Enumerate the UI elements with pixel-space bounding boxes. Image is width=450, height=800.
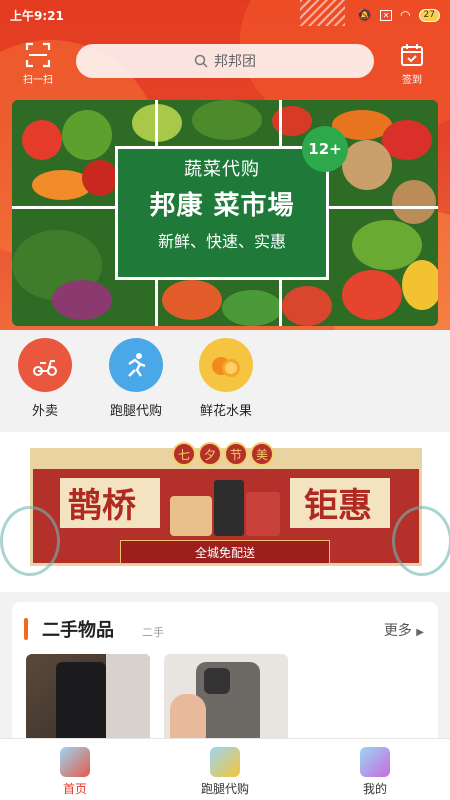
- nav-label: 首页: [62, 782, 87, 796]
- quick-link-flowers-fruit[interactable]: 鲜花水果: [193, 338, 259, 419]
- more-link[interactable]: 更多 ▶: [384, 620, 424, 640]
- festival-banner[interactable]: 七 夕 节 美 鹊桥 钜惠 全城免配送: [0, 432, 450, 592]
- quick-link-label: 外卖: [31, 404, 58, 419]
- sim-icon: ✕: [380, 9, 393, 21]
- quick-link-errand[interactable]: 跑腿代购: [103, 338, 169, 419]
- nav-label: 我的: [362, 782, 387, 796]
- bottom-nav: 首页 跑腿代购 我的: [0, 738, 450, 800]
- quick-link-label: 鲜花水果: [199, 404, 252, 419]
- nav-item-mine[interactable]: 我的: [300, 739, 450, 800]
- festival-right-text: 钜惠: [304, 486, 372, 526]
- banner-line2: 邦康 菜市場: [149, 191, 295, 221]
- festival-left-text: 鹊桥: [68, 486, 136, 526]
- festival-tag: 七 夕 节 美: [172, 442, 274, 466]
- header-background: 上午9:21 🔕 ✕ ◠ 27 扫一扫 邦邦团 签到 蔬菜代购 邦康 菜市場 新…: [0, 0, 450, 330]
- gift-illustration: [170, 472, 280, 538]
- festival-tag-char: 夕: [198, 442, 222, 466]
- scan-icon: [25, 42, 51, 68]
- scan-button[interactable]: 扫一扫: [20, 42, 56, 86]
- wifi-icon: ◠: [400, 8, 411, 22]
- second-hand-section: 二手物品 二手 更多 ▶: [12, 602, 438, 752]
- festival-tag-char: 美: [250, 442, 274, 466]
- age-badge: 12+: [302, 126, 348, 172]
- more-label: 更多: [383, 623, 412, 639]
- home-icon: [60, 747, 90, 777]
- quick-link-takeout[interactable]: 外卖: [15, 338, 75, 419]
- profile-icon: [360, 747, 390, 777]
- section-accent-bar: [24, 618, 28, 640]
- promo-banner[interactable]: 蔬菜代购 邦康 菜市場 新鲜、快速、实惠 12+: [12, 100, 438, 326]
- quick-link-label: 跑腿代购: [109, 404, 162, 419]
- scooter-icon: [18, 338, 72, 392]
- decorative-stripes: [300, 0, 345, 26]
- nav-item-home[interactable]: 首页: [0, 739, 150, 800]
- errand-icon: [210, 747, 240, 777]
- nav-item-errand[interactable]: 跑腿代购: [150, 739, 300, 800]
- banner-line3: 新鲜、快速、实惠: [157, 232, 286, 251]
- checkin-button[interactable]: 签到: [394, 42, 430, 86]
- nav-label: 跑腿代购: [200, 782, 249, 796]
- runner-icon: [109, 338, 163, 392]
- banner-board: 蔬菜代购 邦康 菜市場 新鲜、快速、实惠: [115, 146, 329, 280]
- section-subtitle: 二手: [142, 626, 164, 639]
- battery-icon: 27: [418, 8, 440, 22]
- checkin-label: 签到: [402, 75, 422, 86]
- calendar-check-icon: [401, 44, 423, 66]
- play-arrow-icon: ▶: [416, 627, 424, 638]
- orange-icon: [199, 338, 253, 392]
- search-input[interactable]: 邦邦团: [76, 44, 374, 78]
- status-time: 上午9:21: [10, 8, 64, 23]
- festival-tag-char: 节: [224, 442, 248, 466]
- bell-off-icon: 🔕: [357, 8, 373, 22]
- festival-tag-char: 七: [172, 442, 196, 466]
- banner-line1: 蔬菜代购: [184, 159, 260, 180]
- festival-ribbon: 全城免配送: [120, 540, 330, 564]
- scan-label: 扫一扫: [23, 75, 53, 86]
- section-title: 二手物品: [42, 620, 114, 641]
- status-bar: 上午9:21 🔕 ✕ ◠ 27: [0, 0, 450, 30]
- search-placeholder: 邦邦团: [214, 54, 256, 70]
- search-icon: [194, 54, 208, 68]
- app-root: 上午9:21 🔕 ✕ ◠ 27 扫一扫 邦邦团 签到 蔬菜代购 邦康 菜市場 新…: [0, 0, 450, 800]
